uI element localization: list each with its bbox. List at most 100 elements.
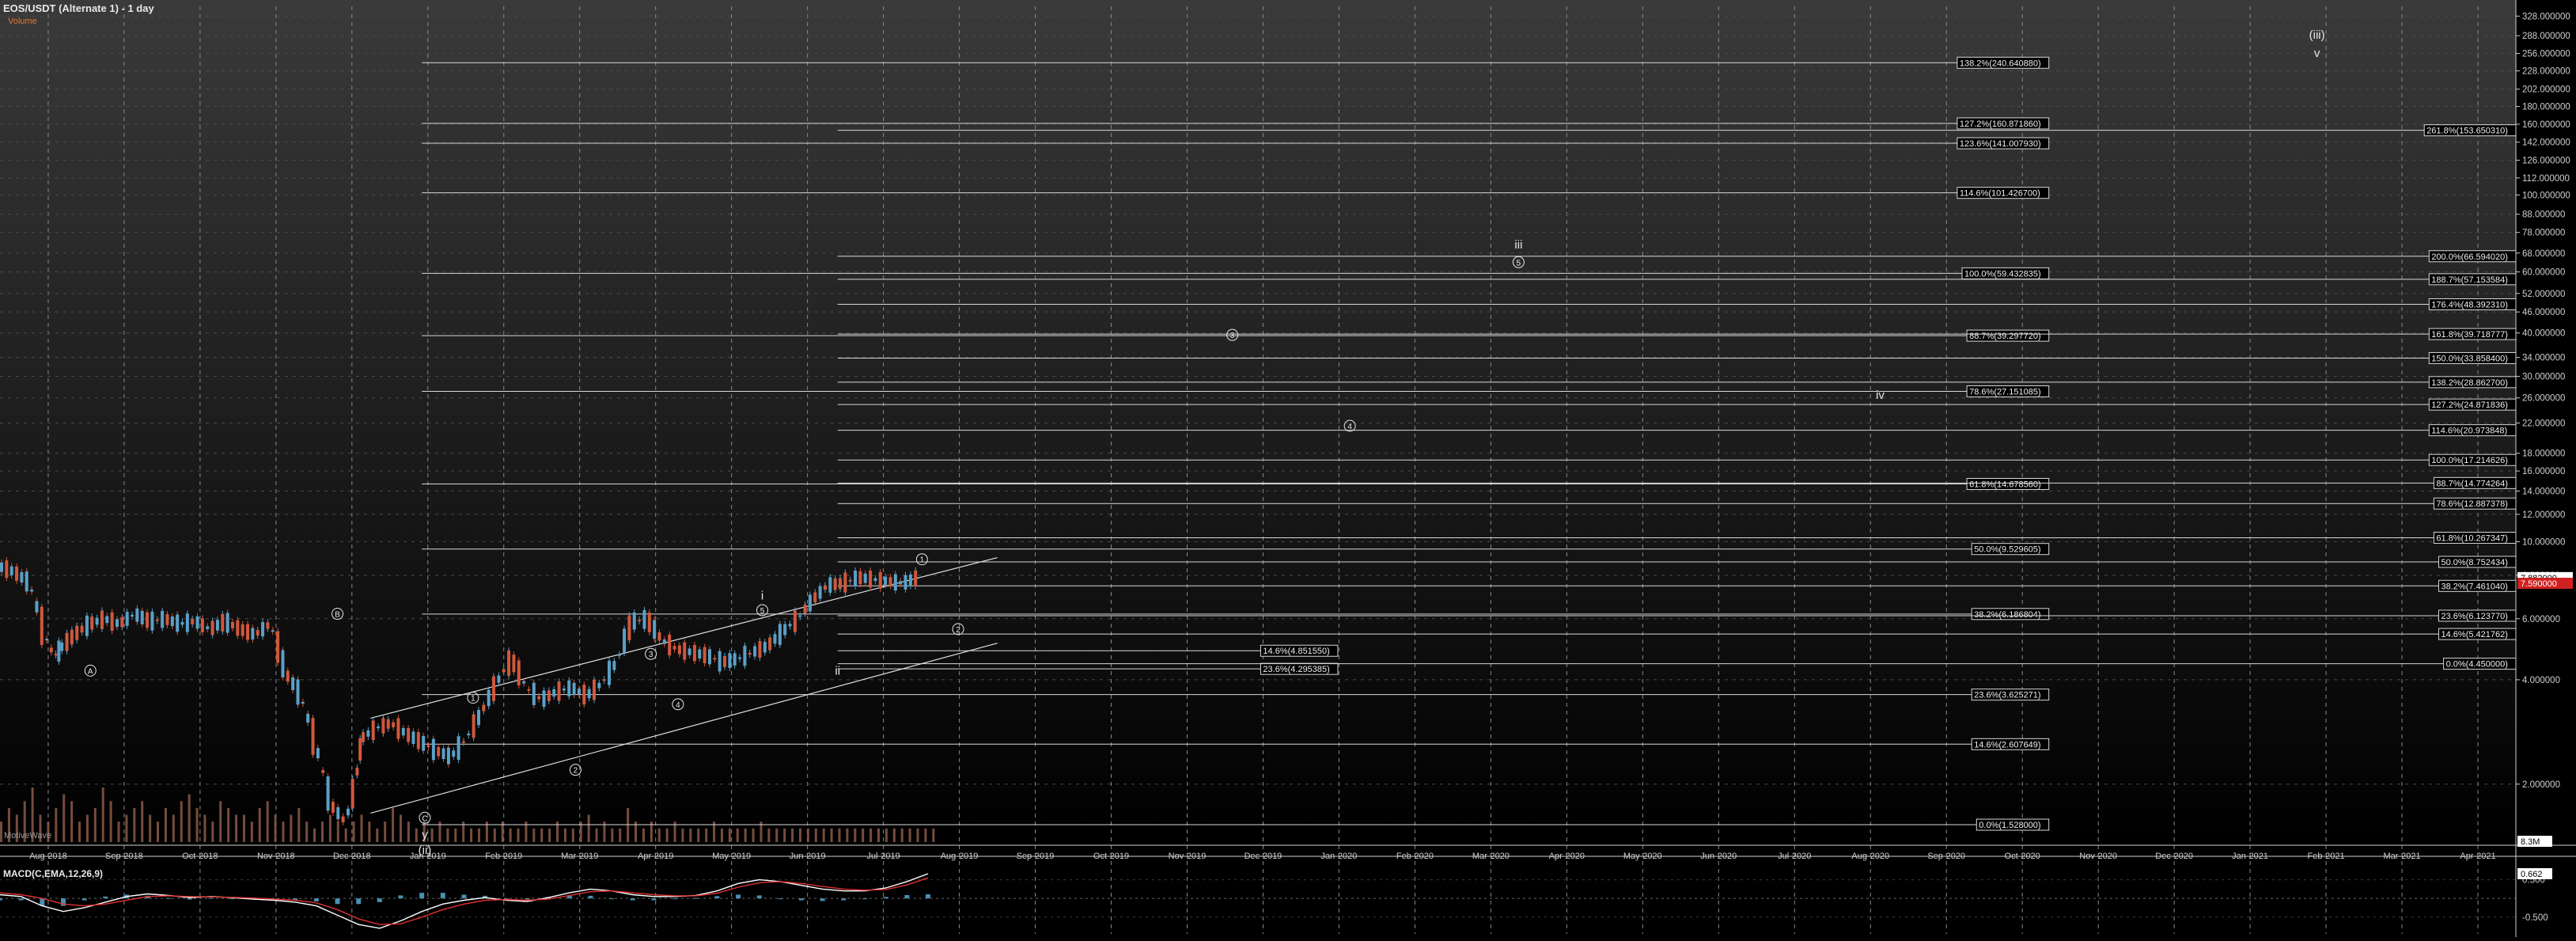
y-tick-label: 112.000000 <box>2522 174 2570 184</box>
volume-bar <box>681 828 684 842</box>
y-tick-label: 34.000000 <box>2522 354 2565 363</box>
candle-body <box>657 632 661 641</box>
macd-histogram-bar <box>229 898 235 900</box>
candle-body <box>748 653 752 655</box>
candle-body <box>547 690 551 701</box>
fib-label: 14.6%(4.851550) <box>1263 647 1329 656</box>
candle-body <box>738 657 742 659</box>
volume-bar <box>689 828 692 842</box>
candle-body <box>522 681 526 684</box>
y-tick-label: 14.000000 <box>2522 488 2565 497</box>
candle-body <box>176 614 180 632</box>
fib-label: 200.0%(66.594020) <box>2431 252 2508 262</box>
wave-label: C <box>422 814 427 823</box>
volume-bar <box>336 821 339 842</box>
candle-body <box>416 732 420 749</box>
candle-body <box>276 631 280 663</box>
candle-body <box>49 647 53 653</box>
candle-body <box>642 609 646 629</box>
y-tick-label: 202.000000 <box>2522 85 2570 95</box>
candle-body <box>854 570 858 586</box>
candle-body <box>261 622 265 637</box>
candle-body <box>908 574 912 586</box>
candle-body <box>155 619 159 621</box>
wave-label: 1 <box>920 556 925 565</box>
volume-bar <box>932 828 935 842</box>
y-tick-label: 160.000000 <box>2522 120 2570 130</box>
candle-body <box>833 578 837 590</box>
candle-body <box>537 696 541 700</box>
volume-bar <box>305 821 309 842</box>
volume-bar <box>862 828 865 842</box>
wave-label: (iii) <box>2309 28 2325 42</box>
candle-body <box>587 689 591 699</box>
y-tick-label: 180.000000 <box>2522 103 2570 112</box>
fib-label: 114.6%(101.426700) <box>1960 189 2040 199</box>
candle-body <box>9 566 13 575</box>
wave-label: ii <box>835 664 840 677</box>
y-tick-label: 46.000000 <box>2522 308 2565 317</box>
candle-body <box>54 654 58 656</box>
candle-body <box>914 570 918 586</box>
wave-label: y <box>422 829 428 842</box>
candle-body <box>672 646 676 650</box>
candle-body <box>392 722 396 727</box>
volume-bar <box>63 794 66 842</box>
chart-canvas[interactable]: 138.2%(240.640880)127.2%(160.871860)123.… <box>0 0 2576 937</box>
candle-body <box>165 614 169 625</box>
macd-histogram-bar <box>904 894 910 899</box>
fib-label: 127.2%(160.871860) <box>1960 120 2041 129</box>
volume-bar <box>376 828 379 842</box>
volume-bar <box>368 821 371 842</box>
candle-body <box>823 585 827 590</box>
y-tick-label: 16.000000 <box>2522 467 2565 476</box>
macd-histogram-bar <box>693 897 699 899</box>
volume-bar <box>900 828 903 842</box>
fib-label: 138.2%(28.862700) <box>2431 378 2508 388</box>
volume-bar <box>783 828 786 842</box>
macd-histogram-bar <box>208 897 214 899</box>
volume-bar <box>328 814 331 842</box>
macd-histogram-bar <box>609 898 615 900</box>
candle-body <box>798 615 802 617</box>
candle-body <box>698 649 702 659</box>
macd-histogram-bar <box>714 896 720 899</box>
fib-label: 38.2%(7.461040) <box>2442 582 2508 591</box>
candle-body <box>552 689 556 697</box>
volume-bar <box>313 828 316 842</box>
candle-body <box>888 577 892 586</box>
macd-histogram-bar <box>862 898 868 900</box>
volume-bar <box>211 821 214 842</box>
volume-bar <box>838 828 841 842</box>
volume-bar <box>188 794 191 842</box>
y-tick-label: 40.000000 <box>2522 329 2565 339</box>
candle-body <box>266 622 270 629</box>
candle-body <box>346 808 350 816</box>
volume-bar <box>384 821 387 842</box>
volume-bar <box>85 814 89 842</box>
candle-body <box>487 689 491 707</box>
candle-body <box>336 806 340 820</box>
macd-histogram-bar <box>377 898 382 902</box>
candle-body <box>612 661 616 670</box>
volume-bar <box>728 828 731 842</box>
fib-label: 14.6%(5.421762) <box>2442 630 2508 639</box>
candle-body <box>788 624 792 627</box>
candle-body <box>195 616 199 629</box>
candle-body <box>30 589 34 592</box>
volume-bar <box>869 828 873 842</box>
candle-body <box>185 613 189 632</box>
candle-body <box>567 680 571 696</box>
candle-body <box>57 640 61 662</box>
candle-body <box>251 628 255 640</box>
chart-root: 138.2%(240.640880) 127.2%(160.871860) 123.… <box>0 0 2576 937</box>
macd-histogram-bar <box>419 893 425 899</box>
candle-body <box>236 620 240 636</box>
candle-body <box>0 562 3 572</box>
candle-body <box>647 613 651 632</box>
candle-body <box>562 689 566 691</box>
candle-body <box>813 592 817 603</box>
fib-label: 23.6%(3.625271) <box>1974 691 2040 700</box>
volume-bar <box>705 828 708 842</box>
volume-bar <box>242 814 245 842</box>
